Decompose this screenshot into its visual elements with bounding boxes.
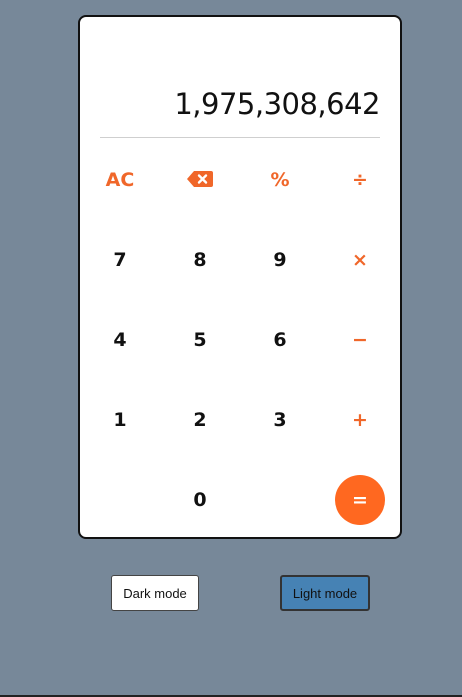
digit-7-button[interactable]: 7 [90, 240, 150, 280]
digit-0-button[interactable]: 0 [170, 480, 230, 520]
divide-button[interactable]: ÷ [330, 160, 390, 200]
calculator: 1,975,308,642 AC % ÷ 7 8 9 × 4 5 6 − 1 2… [78, 15, 402, 539]
backspace-button[interactable] [170, 160, 230, 200]
digit-6-button[interactable]: 6 [250, 320, 310, 360]
backspace-icon [187, 171, 213, 187]
subtract-button[interactable]: − [330, 320, 390, 360]
digit-2-button[interactable]: 2 [170, 400, 230, 440]
digit-1-button[interactable]: 1 [90, 400, 150, 440]
percent-button[interactable]: % [250, 160, 310, 200]
digit-4-button[interactable]: 4 [90, 320, 150, 360]
digit-8-button[interactable]: 8 [170, 240, 230, 280]
page: 1,975,308,642 AC % ÷ 7 8 9 × 4 5 6 − 1 2… [0, 0, 462, 697]
digit-9-button[interactable]: 9 [250, 240, 310, 280]
add-button[interactable]: + [330, 400, 390, 440]
equals-button[interactable]: = [335, 475, 385, 525]
digit-3-button[interactable]: 3 [250, 400, 310, 440]
dark-mode-button[interactable]: Dark mode [111, 575, 199, 611]
display-divider [100, 137, 380, 138]
light-mode-button[interactable]: Light mode [280, 575, 370, 611]
multiply-button[interactable]: × [330, 240, 390, 280]
digit-5-button[interactable]: 5 [170, 320, 230, 360]
clear-button[interactable]: AC [90, 160, 150, 200]
display-value: 1,975,308,642 [174, 87, 380, 121]
